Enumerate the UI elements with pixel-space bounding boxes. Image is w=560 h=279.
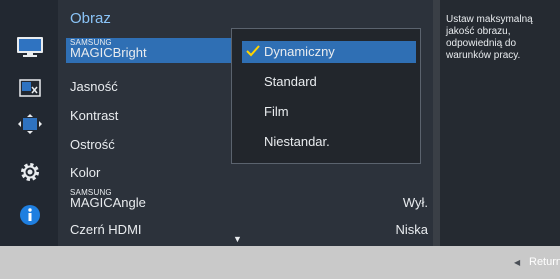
magic-label: MAGIC	[70, 195, 113, 210]
menu-item-ostrosc[interactable]: Ostrość	[70, 137, 115, 152]
sidebar	[0, 0, 58, 246]
menu-item-kolor[interactable]: Kolor	[70, 165, 100, 180]
menu-item-kontrast[interactable]: Kontrast	[70, 108, 118, 123]
picture-size-icon[interactable]	[16, 76, 44, 100]
position-icon[interactable]	[16, 112, 44, 136]
samsung-label: SAMSUNG	[70, 38, 112, 47]
menu-item-magic-bright[interactable]: SAMSUNG MAGICBright	[70, 38, 147, 60]
checkmark-icon	[246, 45, 260, 57]
menu-item-label: Angle	[112, 195, 146, 210]
samsung-label: SAMSUNG	[70, 188, 112, 197]
menu-item-czern-hdmi[interactable]: Czerń HDMI	[70, 222, 142, 237]
return-button[interactable]: Return	[529, 256, 560, 268]
info-panel: Ustaw maksymalną jakość obrazu, odpowied…	[440, 0, 560, 246]
magic-label: MAGIC	[70, 45, 113, 60]
option-niestandar[interactable]: Niestandar.	[264, 134, 330, 149]
return-arrow-icon: ◀	[514, 258, 521, 267]
osd-window: Obraz SAMSUNG MAGICBright Jasność Kontra…	[0, 0, 560, 279]
info-description: Ustaw maksymalną jakość obrazu, odpowied…	[446, 14, 533, 61]
footer-bar: ◀ Return	[0, 246, 560, 279]
option-standard[interactable]: Standard	[264, 74, 317, 89]
magic-bright-dropdown: Dynamiczny Standard Film Niestandar.	[231, 28, 421, 164]
monitor-icon[interactable]	[16, 35, 44, 59]
menu-title: Obraz	[70, 10, 111, 27]
menu-item-label: Bright	[112, 45, 147, 60]
gear-icon[interactable]	[16, 160, 44, 184]
info-icon[interactable]	[16, 203, 44, 227]
scroll-down-icon[interactable]: ▼	[233, 234, 242, 244]
menu-item-jasnosc[interactable]: Jasność	[70, 79, 118, 94]
czern-hdmi-value: Niska	[395, 222, 428, 237]
option-film[interactable]: Film	[264, 104, 289, 119]
magic-angle-value: Wył.	[402, 195, 428, 210]
menu-item-magic-angle[interactable]: SAMSUNG MAGICAngle	[70, 188, 146, 210]
option-dynamiczny[interactable]: Dynamiczny	[264, 44, 335, 59]
